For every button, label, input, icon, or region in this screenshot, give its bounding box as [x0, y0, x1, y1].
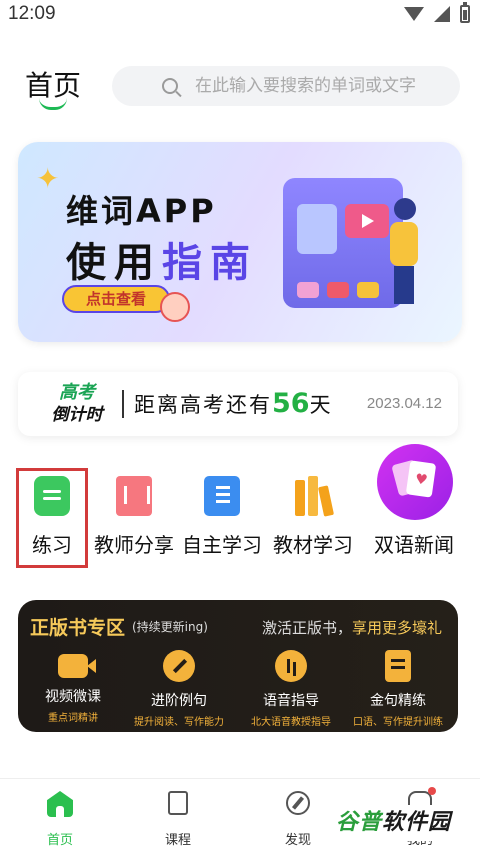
document-icon — [385, 650, 411, 682]
quick-item-label: 教材学习 — [273, 533, 353, 557]
book-zone-item-name: 语音指导 — [263, 693, 319, 709]
book-zone-activate-highlight: 享用更多壕礼 — [351, 619, 442, 637]
nav-label: 首页 — [46, 833, 73, 848]
quick-item-label: 自主学习 — [182, 533, 262, 557]
pen-icon — [163, 650, 195, 682]
status-icons — [404, 2, 470, 23]
nav-item-home[interactable]: 首页 — [0, 791, 120, 848]
quick-item-label: 教师分享 — [94, 533, 174, 557]
banner-line2-b: 指南 — [162, 240, 258, 286]
nav-item-courses[interactable]: 课程 — [118, 791, 238, 848]
notebook-icon — [204, 476, 240, 516]
status-time: 12:09 — [8, 3, 56, 24]
countdown-suffix: 天 — [309, 393, 333, 417]
book-zone-item-video[interactable]: 视频微课 重点词精讲 — [18, 650, 128, 724]
tile-icon — [297, 282, 319, 298]
search-input[interactable] — [195, 76, 455, 96]
video-play-icon — [345, 204, 389, 238]
quick-menu: 练习 教师分享 自主学习 教材学习 ♥ 双语新闻 — [0, 444, 480, 572]
book-zone-item-desc: 北大语音教授指导 — [251, 717, 331, 728]
book-zone-item-desc: 提升阅读、写作能力 — [134, 717, 224, 728]
book-zone-item-sentences[interactable]: 进阶例句 提升阅读、写作能力 — [124, 650, 234, 728]
book-zone-item-name: 金句精练 — [370, 693, 426, 709]
divider — [122, 390, 124, 418]
banner-line2: 使用指南 — [66, 230, 258, 288]
guide-banner[interactable]: ✦ 维词APP 使用指南 点击查看 — [18, 142, 462, 342]
book-zone-card[interactable]: 正版书专区 (持续更新ing) 激活正版书，享用更多壕礼 视频微课 重点词精讲 … — [18, 600, 458, 732]
pointing-hand-icon — [160, 292, 190, 322]
selection-highlight — [16, 468, 88, 568]
quick-item-self-study[interactable]: 自主学习 — [177, 462, 267, 572]
quick-item-teacher-share[interactable]: 教师分享 — [89, 462, 179, 572]
screen-illustration — [283, 178, 403, 308]
banner-line1: 维词APP — [66, 192, 217, 230]
wifi-icon — [404, 7, 424, 21]
notification-dot-icon — [428, 787, 436, 795]
book-zone-item-desc: 口语、写作提升训练 — [353, 717, 443, 728]
book-zone-item-name: 视频微课 — [45, 689, 101, 705]
header: 首页 — [0, 60, 480, 110]
exam-logo-line1: 高考 — [59, 382, 95, 403]
countdown-prefix: 距离高考还有 — [134, 393, 272, 417]
exam-logo-line2: 倒计时 — [51, 405, 103, 425]
books-icon — [295, 476, 335, 517]
page-title: 首页 — [25, 64, 81, 110]
home-icon — [47, 791, 73, 817]
quick-item-bilingual-news[interactable]: 双语新闻 — [362, 462, 466, 572]
profile-card-icon — [297, 204, 337, 254]
book-zone-item-voice[interactable]: 语音指导 北大语音教授指导 — [236, 650, 346, 728]
banner-line2-a: 使用 — [66, 240, 162, 286]
book-icon — [168, 791, 188, 815]
book-zone-item-desc: 重点词精讲 — [48, 713, 98, 724]
sparkle-icon: ✦ — [36, 162, 60, 195]
countdown-message: 距离高考还有56天 — [134, 388, 333, 419]
countdown-days: 56 — [272, 388, 310, 419]
compass-icon — [286, 791, 310, 815]
smile-logo-icon — [39, 98, 67, 110]
quick-item-label: 双语新闻 — [374, 533, 454, 557]
person-illustration — [390, 198, 418, 304]
book-zone-item-quotes[interactable]: 金句精练 口语、写作提升训练 — [343, 650, 453, 728]
battery-icon — [460, 2, 470, 23]
tile-icon — [327, 282, 349, 298]
quick-item-textbook[interactable]: 教材学习 — [268, 462, 358, 572]
book-zone-title: 正版书专区 — [30, 617, 126, 639]
banner-cta-button[interactable]: 点击查看 — [62, 285, 170, 313]
exam-countdown-card[interactable]: 高考 倒计时 距离高考还有56天 2023.04.12 — [18, 372, 458, 436]
video-camera-icon — [58, 654, 96, 678]
status-bar: 12:09 — [0, 0, 480, 28]
signal-icon — [434, 6, 450, 22]
book-zone-activate-prefix: 激活正版书， — [261, 619, 352, 637]
nav-label: 课程 — [164, 833, 191, 848]
book-zone-activate[interactable]: 激活正版书，享用更多壕礼 — [262, 617, 442, 638]
search-icon — [162, 78, 178, 94]
watermark-text-b: 软件园 — [382, 810, 452, 835]
teacher-board-icon — [116, 476, 152, 516]
watermark-text: 谷普软件园 — [332, 805, 470, 841]
book-zone-item-name: 进阶例句 — [151, 693, 207, 709]
sound-wave-icon — [275, 650, 307, 682]
exam-countdown-logo: 高考 倒计时 — [40, 382, 114, 426]
book-zone-subtitle: (持续更新ing) — [132, 620, 208, 634]
watermark-logo: 谷普软件园 — [332, 805, 470, 841]
search-bar[interactable] — [112, 66, 460, 106]
tile-icon — [357, 282, 379, 298]
watermark-text-a: 谷普 — [336, 810, 383, 835]
countdown-date: 2023.04.12 — [366, 395, 442, 412]
